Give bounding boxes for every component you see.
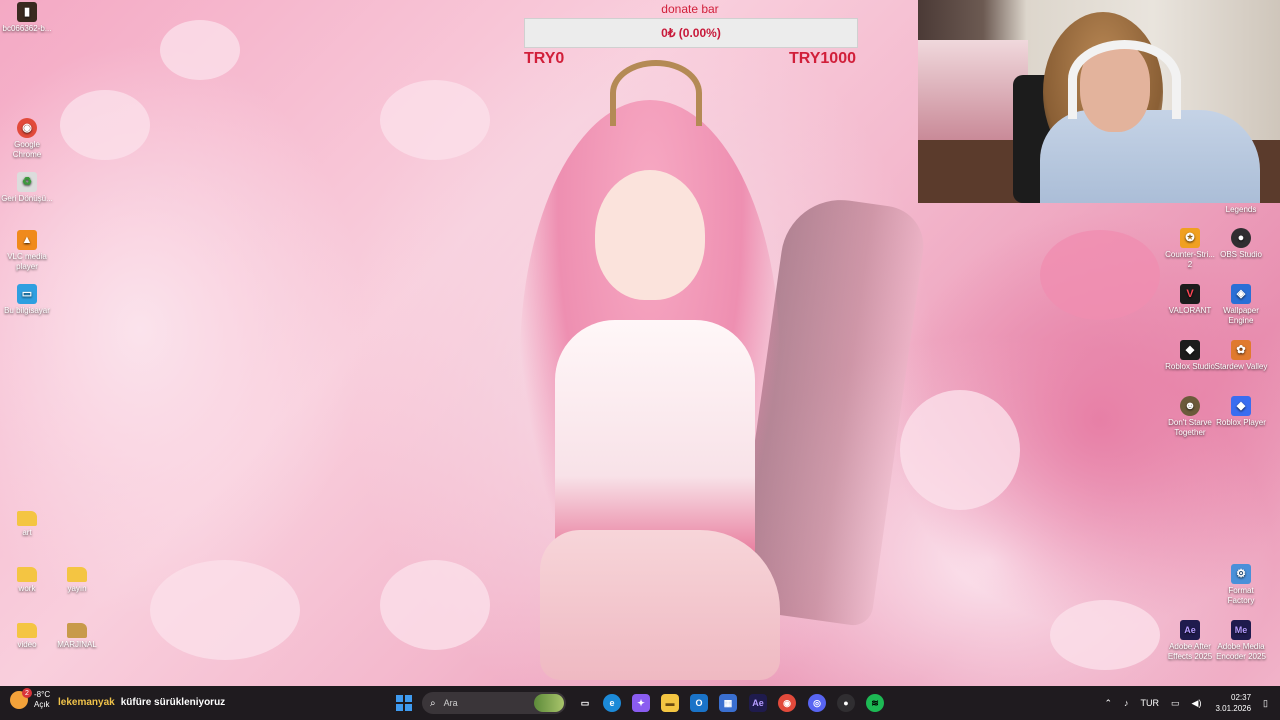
wallpaper-character (500, 60, 800, 680)
obs-icon: ● (1231, 228, 1251, 248)
network-icon[interactable]: ▭ (1171, 698, 1180, 709)
wallpaper-engine-icon: ◈ (1231, 284, 1251, 304)
desktop-icon-after-effects[interactable]: Ae Adobe After Effects 2025 (1163, 620, 1217, 662)
valorant-icon: V (1180, 284, 1200, 304)
stardew-valley-icon: ✿ (1231, 340, 1251, 360)
chevron-up-icon[interactable]: ⌃ (1104, 698, 1112, 709)
desktop-icon-recycle-bin[interactable]: ♻ Geri Dönüşü... (0, 172, 54, 204)
folder-icon (67, 567, 87, 582)
desktop-icon-counter-strike-2[interactable]: ✪ Counter-Stri... 2 (1163, 228, 1217, 270)
wallpaper-blossom (60, 90, 150, 160)
character-legs (540, 530, 780, 680)
desktop-icon-folder-art[interactable]: art (0, 508, 54, 538)
desktop-icon-legends[interactable]: Legends (1214, 205, 1268, 215)
desktop-icon-format-factory[interactable]: ⚙ Format Factory (1214, 564, 1268, 606)
desktop-icon-folder-work[interactable]: work (0, 564, 54, 594)
desktop-icon-dont-starve-together[interactable]: ☻ Don't Starve Together (1163, 396, 1217, 438)
wallpaper-blossom (380, 80, 490, 160)
obs-taskbar-icon[interactable]: ● (837, 694, 855, 712)
chat-ticker: lekemanyak küfüre sürükleniyoruz (58, 697, 225, 708)
desktop-icon-media-encoder[interactable]: Me Adobe Media Encoder 2025 (1214, 620, 1268, 662)
media-encoder-icon: Me (1231, 620, 1251, 640)
wallpaper-blossom (380, 560, 490, 650)
desktop-icon-google-chrome[interactable]: ◉ Google Chrome (0, 118, 54, 160)
microphone-icon[interactable]: ♪ (1124, 698, 1129, 708)
clock-time: 02:37 (1231, 693, 1252, 702)
search-highlight-image (534, 694, 564, 712)
task-view-icon[interactable]: ▭ (576, 694, 594, 712)
weather-widget[interactable]: 2 -8°C Açık (10, 688, 51, 710)
desktop-icon-bc066362[interactable]: ▮ bc066362-b... (0, 2, 54, 34)
file-explorer-icon[interactable]: ▬ (661, 694, 679, 712)
counter-strike-icon: ✪ (1180, 228, 1200, 248)
desktop-icon-valorant[interactable]: V VALORANT (1163, 284, 1217, 316)
dont-starve-icon: ☻ (1180, 396, 1200, 416)
desktop-icon-roblox-studio[interactable]: ◆ Roblox Studio (1163, 340, 1217, 372)
format-factory-icon: ⚙ (1231, 564, 1251, 584)
taskbar-search[interactable]: ⌕ Ara (422, 692, 566, 714)
desktop-icon-wallpaper-engine[interactable]: ◈ Wallpaper Engine (1214, 284, 1268, 326)
volume-icon[interactable]: ◀) (1192, 698, 1202, 709)
webcam-feed (918, 0, 1280, 203)
edge-icon[interactable]: e (603, 694, 621, 712)
desktop-icon-roblox-player[interactable]: ◆ Roblox Player (1214, 396, 1268, 428)
computer-icon: ▭ (17, 284, 37, 304)
webcam-bed (918, 40, 1028, 140)
system-tray: ⌃ ♪ TUR ▭ ◀) 02:37 3.01.2026 ▯ (1092, 686, 1268, 720)
webcam-person-shirt (1040, 110, 1260, 203)
copilot-icon[interactable]: ✦ (632, 694, 650, 712)
wallpaper-blossom (160, 20, 240, 80)
notification-bell-icon[interactable]: ▯ (1263, 698, 1268, 709)
character-horns (610, 60, 702, 126)
webcam-headphones (1068, 40, 1181, 119)
folder-icon (67, 623, 87, 638)
start-button[interactable] (396, 695, 412, 711)
outlook-icon[interactable]: O (690, 694, 708, 712)
desktop-icon-folder-marjinal[interactable]: MARJINAL (50, 620, 104, 650)
desktop-icon-folder-yayin[interactable]: yayın (50, 564, 104, 594)
wallpaper-blossom (150, 560, 300, 660)
weather-sun-icon: 2 (10, 688, 32, 709)
chrome-taskbar-icon[interactable]: ◉ (778, 694, 796, 712)
clock-date: 3.01.2026 (1215, 704, 1252, 713)
donate-progress-text: 0₺ (0.00%) (661, 26, 721, 40)
clock[interactable]: 02:37 3.01.2026 (1215, 692, 1251, 714)
spotify-icon[interactable]: ≋ (866, 694, 884, 712)
ticker-username: lekemanyak (58, 697, 115, 708)
chrome-icon: ◉ (17, 118, 37, 138)
folder-icon (17, 511, 37, 526)
weather-badge: 2 (22, 688, 32, 698)
recycle-bin-icon: ♻ (17, 172, 37, 192)
donate-min-label: TRY0 (524, 50, 565, 67)
desktop-icon-folder-video[interactable]: video (0, 620, 54, 650)
character-face (595, 170, 705, 300)
wallpaper-blossom (1040, 230, 1160, 320)
taskbar: 2 -8°C Açık lekemanyak küfüre sürükleniyo… (0, 686, 1280, 720)
donate-bar-title: donate bar (661, 2, 719, 16)
roblox-studio-icon: ◆ (1180, 340, 1200, 360)
weather-condition: Açık (34, 700, 50, 709)
discord-icon[interactable]: ◎ (808, 694, 826, 712)
donate-progress-bar: 0₺ (0.00%) (524, 18, 858, 48)
folder-icon (17, 567, 37, 582)
desktop-icon-vlc[interactable]: ▲ VLC media player (0, 230, 54, 272)
desktop-icon-stardew-valley[interactable]: ✿ Stardew Valley (1214, 340, 1268, 372)
desktop-icon-obs-studio[interactable]: ● OBS Studio (1214, 228, 1268, 260)
vlc-icon: ▲ (17, 230, 37, 250)
desktop-icon-this-pc[interactable]: ▭ Bu bilgisayar (0, 284, 54, 316)
wallpaper-blossom (1050, 600, 1160, 670)
wallpaper-blossom (900, 390, 1020, 510)
store-icon[interactable]: ▦ (719, 694, 737, 712)
search-icon: ⌕ (430, 697, 436, 709)
ticker-message: küfüre sürükleniyoruz (120, 697, 226, 708)
donate-max-label: TRY1000 (789, 50, 856, 67)
search-placeholder: Ara (443, 698, 458, 708)
roblox-player-icon: ◆ (1231, 396, 1251, 416)
weather-temperature: -8°C (34, 690, 51, 699)
after-effects-icon: Ae (1180, 620, 1200, 640)
after-effects-taskbar-icon[interactable]: Ae (749, 694, 767, 712)
language-indicator[interactable]: TUR (1141, 698, 1160, 708)
dark-app-icon: ▮ (17, 2, 37, 22)
folder-icon (17, 623, 37, 638)
